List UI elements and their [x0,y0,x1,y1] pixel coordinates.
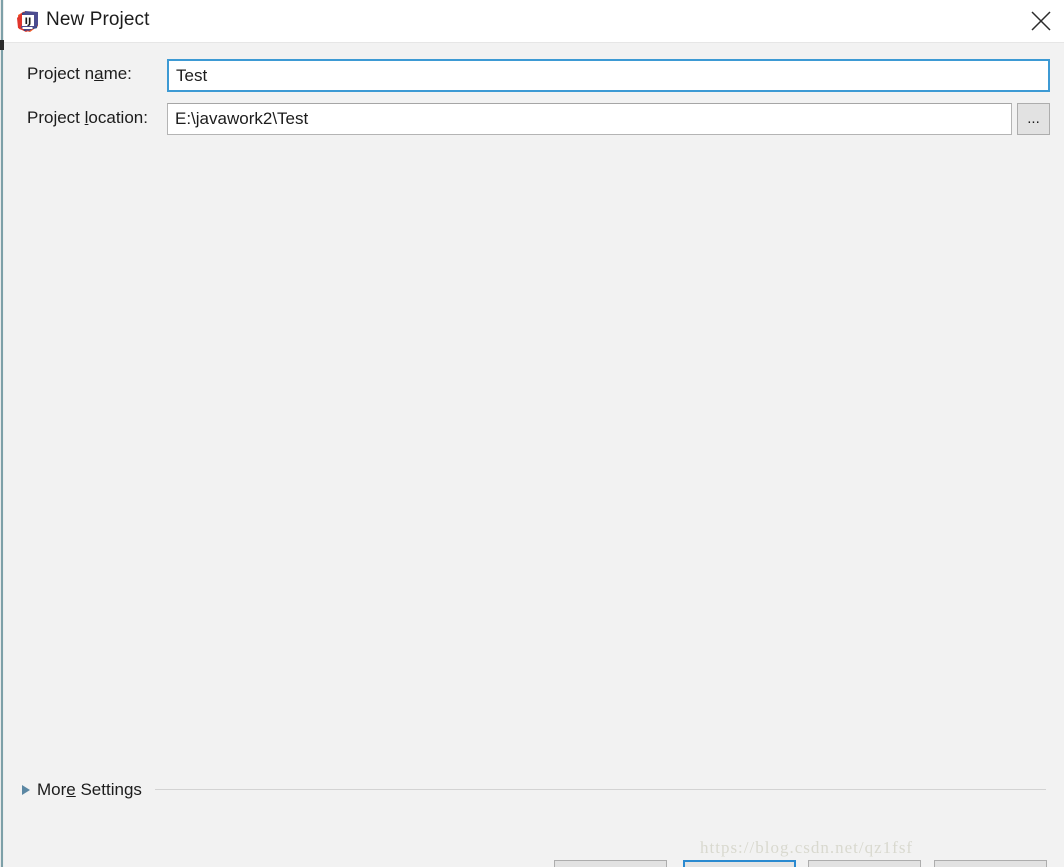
close-icon[interactable] [1018,0,1064,42]
more-settings-label-post: Settings [76,780,142,799]
project-location-label: Project location: [27,108,148,128]
finish-button[interactable]: Finish [683,860,796,867]
dialog-content: Project name: Project location: ... More… [4,43,1064,867]
more-settings-toggle[interactable]: More Settings [22,778,142,802]
triangle-right-icon [22,785,30,795]
project-location-input[interactable] [167,103,1012,135]
project-name-label-post: me: [104,64,132,83]
new-project-dialog: IJ New Project Project name: Project loc… [0,0,1064,867]
more-settings-row: More Settings [4,778,1064,802]
window-title: New Project [46,9,150,31]
svg-text:IJ: IJ [25,17,32,27]
section-separator [155,789,1046,790]
project-name-label-pre: Project n [27,64,94,83]
cancel-button[interactable]: Cancel [808,860,921,867]
more-settings-label: More Settings [37,780,142,800]
dialog-button-bar: Previous Finish Cancel Help [4,820,1064,867]
help-button[interactable]: Help [934,860,1047,867]
previous-button[interactable]: Previous [554,860,667,867]
intellij-idea-logo-icon: IJ [17,11,38,32]
more-settings-label-mnemonic: e [66,780,75,799]
project-location-label-pre: Project [27,108,85,127]
project-name-label: Project name: [27,64,132,84]
project-location-label-post: ocation: [88,108,148,127]
project-name-input[interactable] [167,59,1050,92]
more-settings-label-pre: Mor [37,780,66,799]
title-bar: IJ New Project [4,0,1064,43]
browse-location-button[interactable]: ... [1017,103,1050,135]
project-name-label-mnemonic: a [94,64,103,83]
